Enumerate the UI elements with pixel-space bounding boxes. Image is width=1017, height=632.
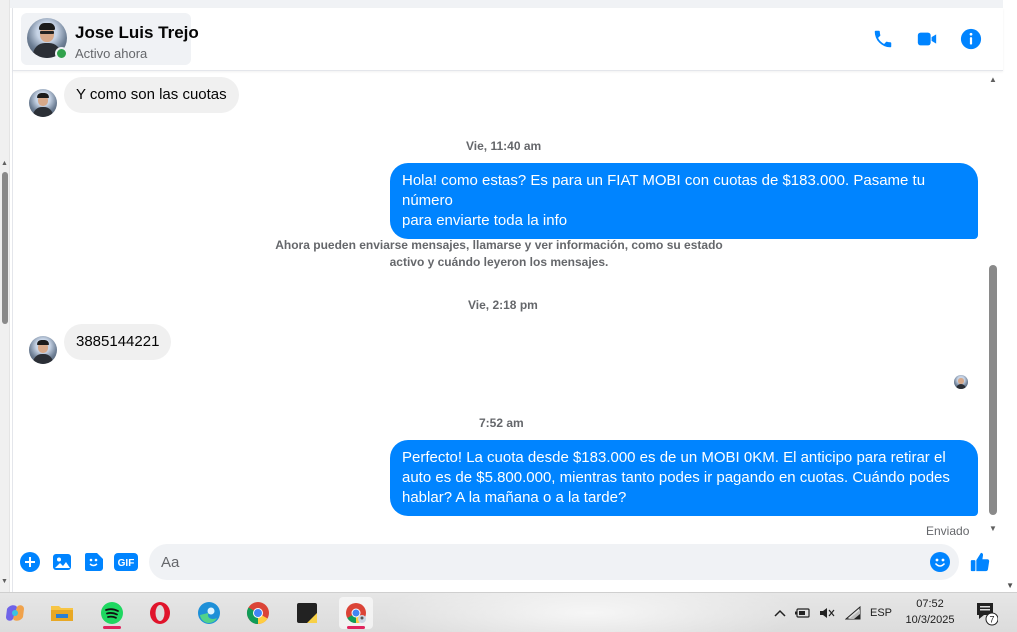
phone-icon[interactable] bbox=[870, 26, 896, 52]
video-camera-icon[interactable] bbox=[914, 26, 940, 52]
page-scrollbar[interactable]: ▲ ▼ bbox=[0, 0, 10, 592]
online-status-dot bbox=[55, 47, 68, 60]
spotify-icon[interactable] bbox=[95, 597, 129, 629]
chrome-profile-icon[interactable] bbox=[339, 597, 373, 629]
notifications-icon[interactable]: 7 bbox=[972, 593, 1000, 632]
message-input-wrapper bbox=[149, 544, 959, 580]
scroll-down-arrow-icon[interactable]: ▼ bbox=[1, 578, 8, 585]
chrome-icon[interactable] bbox=[241, 597, 275, 629]
notification-count: 7 bbox=[989, 615, 994, 625]
clock-date: 10/3/2025 bbox=[905, 614, 955, 626]
volume-muted-icon[interactable] bbox=[818, 593, 836, 632]
outer-right-scrollbar[interactable]: ▼ bbox=[1003, 0, 1017, 592]
show-hidden-icons-icon[interactable] bbox=[772, 593, 788, 632]
message-outgoing[interactable]: Perfecto! La cuota desde $183.000 es de … bbox=[390, 440, 978, 516]
sticker-icon[interactable] bbox=[83, 551, 105, 573]
message-input[interactable] bbox=[161, 544, 921, 580]
delivery-status: Enviado bbox=[926, 524, 970, 536]
page-scrollbar-thumb[interactable] bbox=[2, 172, 8, 324]
chat-window: Jose Luis Trejo Activo ahora Y como son … bbox=[12, 8, 1003, 592]
edge-icon[interactable] bbox=[192, 597, 226, 629]
wifi-icon[interactable] bbox=[844, 593, 862, 632]
scroll-up-arrow-icon[interactable]: ▲ bbox=[989, 75, 997, 84]
scroll-down-arrow-icon[interactable]: ▼ bbox=[989, 524, 997, 533]
timestamp: Vie, 11:40 am bbox=[466, 139, 542, 153]
language-indicator[interactable]: ESP bbox=[866, 593, 896, 632]
message-scrollbar[interactable]: ▲ ▼ bbox=[987, 72, 999, 536]
message-incoming[interactable]: Y como son las cuotas bbox=[64, 77, 239, 113]
message-scrollbar-thumb[interactable] bbox=[989, 265, 997, 515]
opera-icon[interactable] bbox=[143, 597, 177, 629]
top-strip bbox=[10, 0, 1003, 8]
system-notice-line: Ahora pueden enviarse mensajes, llamarse… bbox=[275, 238, 723, 252]
avatar bbox=[29, 89, 57, 117]
message-line: Hola! como estas? Es para un FIAT MOBI c… bbox=[402, 172, 926, 209]
message-outgoing[interactable]: Hola! como estas? Es para un FIAT MOBI c… bbox=[390, 163, 978, 239]
message-line: Perfecto! La cuota desde $183.000 es de … bbox=[402, 449, 946, 466]
file-explorer-icon[interactable] bbox=[45, 597, 79, 629]
timestamp: 7:52 am bbox=[479, 416, 524, 430]
taskbar: ESP 07:52 10/3/2025 7 bbox=[0, 592, 1017, 632]
timestamp: Vie, 2:18 pm bbox=[468, 298, 538, 312]
plus-icon[interactable] bbox=[19, 551, 41, 573]
scroll-up-arrow-icon[interactable]: ▲ bbox=[1, 160, 8, 167]
system-notice: Ahora pueden enviarse mensajes, llamarse… bbox=[249, 237, 749, 271]
clock-time: 07:52 bbox=[916, 598, 944, 610]
message-line: auto es de $5.800.000, mientras tanto po… bbox=[402, 469, 950, 486]
message-incoming[interactable]: 3885144221 bbox=[64, 324, 172, 360]
image-icon[interactable] bbox=[51, 551, 73, 573]
emoji-icon[interactable] bbox=[929, 551, 951, 573]
scroll-down-arrow-icon[interactable]: ▼ bbox=[1006, 581, 1014, 590]
message-list[interactable]: Y como son las cuotas Vie, 11:40 am Hola… bbox=[13, 72, 1003, 536]
sticky-notes-icon[interactable] bbox=[290, 597, 324, 629]
gif-label: GIF bbox=[118, 558, 135, 569]
message-line: para enviarte toda la info bbox=[402, 212, 568, 229]
message-line: hablar? A la mañana o a la tarde? bbox=[402, 489, 627, 506]
gif-icon[interactable]: GIF bbox=[113, 551, 139, 573]
contact-name: Jose Luis Trejo bbox=[75, 23, 199, 42]
contact-card[interactable]: Jose Luis Trejo Activo ahora bbox=[21, 13, 199, 65]
clock[interactable]: 07:52 10/3/2025 bbox=[898, 596, 962, 628]
like-icon[interactable] bbox=[969, 551, 991, 573]
avatar bbox=[29, 336, 57, 364]
system-notice-line: activo y cuándo leyeron los mensajes. bbox=[389, 255, 609, 269]
info-icon[interactable] bbox=[958, 26, 984, 52]
battery-icon[interactable] bbox=[794, 593, 812, 632]
chat-header: Jose Luis Trejo Activo ahora bbox=[13, 8, 1003, 71]
copilot-icon[interactable] bbox=[0, 597, 32, 629]
contact-status: Activo ahora bbox=[75, 46, 148, 61]
composer: GIF bbox=[13, 538, 1003, 592]
read-receipt-avatar bbox=[954, 375, 968, 389]
